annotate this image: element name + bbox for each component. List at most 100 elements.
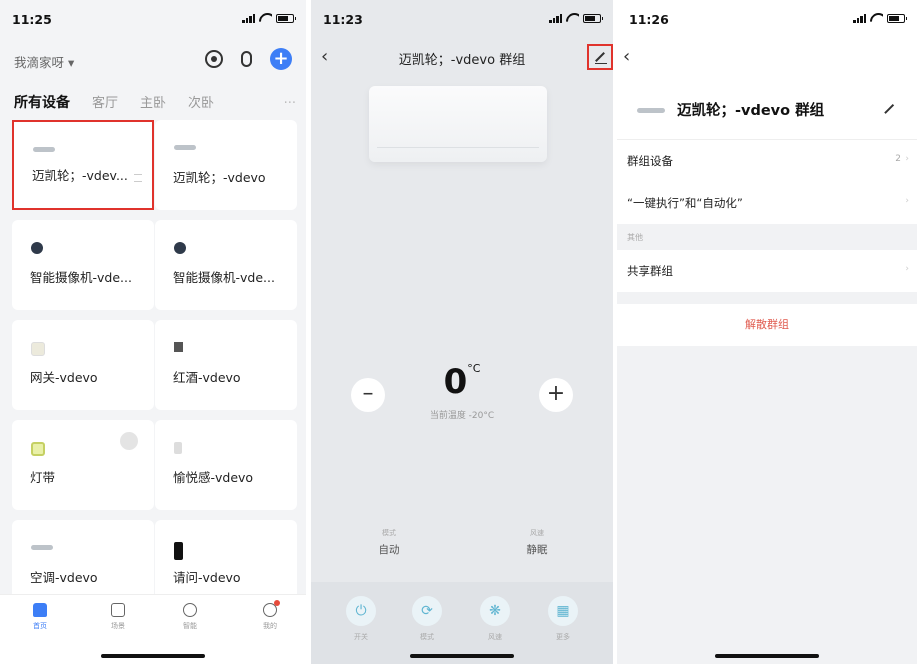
light-strip-icon [31,442,45,456]
fan-control[interactable]: ❋ 风速 [475,596,515,642]
fan-label: 风速 [488,633,502,641]
add-device-button[interactable]: + [270,48,292,70]
ac-icon [31,545,53,550]
mode-status[interactable]: 模式 自动 [359,528,419,557]
signal-icon [853,13,866,23]
device-name: 智能摄像机-vde... [173,270,275,285]
tab-home-label: 首页 [33,622,47,630]
microphone-icon[interactable] [241,51,252,67]
gateway-icon [31,342,45,356]
status-icons [549,13,603,23]
tab-second-bedroom[interactable]: 次卧 [188,92,214,111]
status-time: 11:23 [323,12,363,27]
wifi-icon [870,13,883,23]
pencil-underline [595,62,607,64]
battery-icon [583,13,603,23]
status-icons [853,13,907,23]
more-rooms-icon[interactable]: ··· [284,96,296,111]
nav-bar: ‹ 迈凯轮；-vdevo 群组 [311,44,613,72]
room-tabs: 所有设备 客厅 主卧 次卧 ··· [14,92,296,114]
grid-icon: ▦ [548,596,578,626]
temperature-unit: °C [467,362,481,375]
chevron-right-icon: › [905,196,909,206]
device-card[interactable]: 迈凯轮；-vdevo [155,120,297,210]
chevron-right-icon: › [905,154,909,164]
wifi-icon [259,13,272,23]
other-section-label: 其他 [617,224,917,250]
share-group-label: 共享群组 [627,264,673,278]
home-selector[interactable]: 我滴家呀 ▾ [14,52,74,71]
group-devices-row[interactable]: 群组设备 2 › [617,140,917,182]
signal-icon [549,13,562,23]
mode-value: 自动 [378,544,400,556]
phone-icon [174,542,183,560]
automation-row[interactable]: “一键执行”和“自动化” › [617,182,917,224]
wind-status[interactable]: 风速 静眠 [507,528,567,557]
device-card[interactable]: 智能摄像机-vde... [12,220,154,310]
power-control[interactable]: ⏻ 开关 [341,596,381,642]
increase-temp-button[interactable]: + [539,378,573,412]
device-card[interactable]: 红酒-vdevo [155,320,297,410]
camera-scan-icon[interactable] [205,50,223,68]
sensor-icon [174,442,182,454]
device-name: 空调-vdevo [30,570,98,585]
wind-value: 静眠 [526,544,548,556]
device-name: 迈凯轮；-vdev... [32,168,128,183]
home-indicator [101,654,205,658]
more-control[interactable]: ▦ 更多 [543,596,583,642]
device-name: 智能摄像机-vde... [30,270,132,285]
status-bar: 11:23 [311,0,613,38]
tab-master-bedroom[interactable]: 主卧 [140,92,166,111]
status-time: 11:26 [629,12,669,27]
power-icon: ⏻ [346,596,376,626]
tab-all-devices[interactable]: 所有设备 [14,92,70,112]
ac-icon [33,147,55,152]
device-card[interactable]: 网关-vdevo [12,320,154,410]
tab-me-label: 我的 [263,622,277,630]
air-conditioner-illustration [369,86,547,162]
tab-living-room[interactable]: 客厅 [92,92,118,111]
share-group-row[interactable]: 共享群组 › [617,250,917,292]
mode-control-label: 模式 [420,633,434,641]
home-header: 我滴家呀 ▾ + [14,48,292,72]
tab-home[interactable]: 首页 [20,603,60,631]
camera-icon [31,242,43,254]
tab-me[interactable]: 我的 [250,600,290,631]
automation-label: “一键执行”和“自动化” [627,196,743,210]
tab-smart[interactable]: 智能 [170,603,210,631]
status-time: 11:25 [12,12,52,27]
settings-list: 迈凯轮；-vdevo 群组 群组设备 2 › “一键执行”和“自动化” › 其他… [617,78,917,346]
edit-button[interactable] [587,44,613,70]
control-bar: ⏻ 开关 ⟳ 模式 ❋ 风速 ▦ 更多 [311,582,613,664]
pencil-icon [595,52,605,62]
device-card[interactable]: 愉悦感-vdevo [155,420,297,510]
status-icons [242,13,296,23]
home-indicator [410,654,514,658]
device-card[interactable]: 迈凯轮；-vdev... [12,120,154,210]
pencil-icon[interactable] [884,103,894,114]
fan-icon: ❋ [480,596,510,626]
power-toggle-icon[interactable] [120,432,138,450]
home-indicator [715,654,819,658]
device-grid: 迈凯轮；-vdev... 迈凯轮；-vdevo 智能摄像机-vde... 智能摄… [12,120,297,610]
device-name: 网关-vdevo [30,370,98,385]
group-control-screen: 11:23 ‹ 迈凯轮；-vdevo 群组 – 0°C 当前温度 -20°C +… [311,0,613,664]
tab-smart-label: 智能 [183,622,197,630]
camera-icon [174,242,186,254]
dissolve-group-button[interactable]: 解散群组 [617,304,917,346]
mode-control[interactable]: ⟳ 模式 [407,596,447,642]
signal-icon [242,13,255,23]
back-chevron-icon[interactable]: ‹ [623,46,630,67]
more-label: 更多 [556,633,570,641]
wifi-icon [566,13,579,23]
device-name: 红酒-vdevo [173,370,241,385]
device-name: 请问-vdevo [173,570,241,585]
tab-scenes[interactable]: 场景 [98,603,138,631]
temperature-value: 0 [443,362,468,402]
wine-icon [174,342,183,352]
chevron-right-icon: › [905,264,909,274]
device-card[interactable]: 灯带 [12,420,154,510]
mode-label: 模式 [382,529,396,537]
smart-icon [183,603,197,617]
device-card[interactable]: 智能摄像机-vde... [155,220,297,310]
